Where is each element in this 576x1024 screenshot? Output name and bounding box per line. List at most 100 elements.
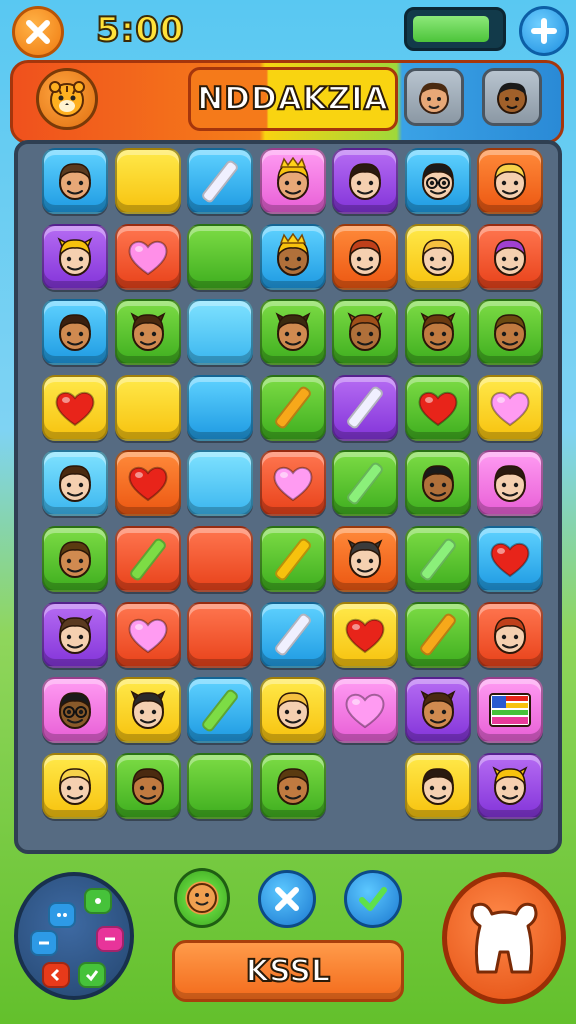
board-tile[interactable]: [332, 223, 398, 290]
board-tile[interactable]: [404, 450, 471, 517]
board-tile[interactable]: [477, 223, 543, 290]
board-tile[interactable]: [332, 677, 398, 744]
character-face-icon: [59, 768, 91, 805]
board-tile[interactable]: [114, 299, 181, 366]
pad-down-left-button[interactable]: [42, 962, 70, 988]
board-tile[interactable]: [114, 677, 181, 744]
character-face-icon: [421, 465, 454, 503]
board-tile[interactable]: [187, 450, 253, 517]
check-small-icon: [85, 970, 99, 982]
board-tile[interactable]: [259, 752, 326, 819]
pad-up-button[interactable]: [48, 902, 76, 928]
board-tile[interactable]: [404, 223, 471, 290]
board-tile[interactable]: [259, 223, 326, 290]
action-button[interactable]: KSSL: [172, 940, 404, 1002]
board-tile[interactable]: [477, 374, 543, 441]
board-tile[interactable]: [42, 450, 108, 517]
board-tile[interactable]: [404, 752, 471, 819]
board-tile[interactable]: [259, 526, 326, 592]
board-tile[interactable]: [477, 526, 543, 592]
board-tile[interactable]: [477, 299, 543, 366]
board-tile[interactable]: [259, 299, 326, 366]
board-tile[interactable]: [187, 223, 253, 290]
board-tile[interactable]: [187, 148, 253, 214]
board-tile[interactable]: [187, 299, 253, 366]
cancel-button[interactable]: [258, 870, 316, 928]
board-tile[interactable]: [332, 526, 398, 592]
board-tile[interactable]: [332, 299, 398, 366]
board-tile[interactable]: [332, 374, 398, 441]
board-tile[interactable]: [259, 601, 326, 668]
action-button-label: KSSL: [245, 953, 331, 990]
heart-icon: [273, 467, 312, 502]
board-tile[interactable]: [332, 601, 398, 668]
close-button[interactable]: [12, 6, 64, 58]
board-tile[interactable]: [404, 299, 471, 366]
board-tile[interactable]: [42, 223, 108, 290]
energy-bar: [404, 7, 506, 51]
board-tile[interactable]: [404, 677, 471, 744]
board-tile[interactable]: [404, 148, 471, 214]
board-tile[interactable]: [477, 601, 543, 668]
board-tile[interactable]: [187, 601, 253, 668]
board-tile[interactable]: [114, 223, 181, 290]
board-tile[interactable]: [259, 148, 326, 214]
character-face-icon: [494, 465, 526, 503]
player-avatar-1[interactable]: [404, 68, 464, 126]
character-face-icon: [59, 163, 91, 200]
board-tile[interactable]: [332, 450, 398, 517]
add-button[interactable]: [519, 6, 569, 56]
character-face-icon: [57, 236, 93, 276]
board-tile[interactable]: [114, 526, 181, 592]
board-tile[interactable]: [42, 677, 108, 744]
board-tile[interactable]: [42, 526, 108, 592]
character-face-icon: [59, 541, 91, 578]
board-tile[interactable]: [477, 677, 543, 744]
candy-stick-icon: [272, 536, 313, 582]
board-tile[interactable]: [259, 374, 326, 441]
pad-left-button[interactable]: [30, 930, 58, 956]
control-pad[interactable]: [14, 872, 134, 1000]
character-face-icon: [494, 163, 526, 200]
board-tile[interactable]: [42, 752, 108, 819]
board-tile[interactable]: [404, 526, 471, 592]
board-tile[interactable]: [42, 148, 108, 214]
pad-top-right-button[interactable]: [84, 888, 112, 914]
board-tile[interactable]: [477, 450, 543, 517]
board-tile[interactable]: [477, 752, 543, 819]
character-button[interactable]: [174, 868, 230, 928]
boy-dark-avatar-icon: [497, 82, 527, 114]
board-tile[interactable]: [187, 752, 253, 819]
board-tile[interactable]: [477, 148, 543, 214]
board-tile[interactable]: [187, 374, 253, 441]
character-face-icon: [276, 692, 309, 730]
board-tile[interactable]: [42, 299, 108, 366]
big-action-button[interactable]: [442, 872, 566, 1004]
mascot-badge[interactable]: [36, 68, 98, 130]
confirm-button[interactable]: [344, 870, 402, 928]
character-face-icon: [129, 312, 166, 352]
board-tile[interactable]: [114, 148, 181, 214]
board-tile[interactable]: [259, 450, 326, 517]
board-tile[interactable]: [114, 601, 181, 668]
close-icon: [26, 20, 50, 44]
board-tile[interactable]: [114, 752, 181, 819]
heart-icon: [345, 694, 385, 729]
board-tile[interactable]: [404, 374, 471, 441]
pad-right-button[interactable]: [96, 926, 124, 952]
board-tile[interactable]: [42, 601, 108, 668]
board-tile[interactable]: [404, 601, 471, 668]
board-tile[interactable]: [42, 374, 108, 441]
candy-stick-icon: [417, 611, 458, 658]
pad-down-button[interactable]: [78, 962, 106, 988]
board-tile[interactable]: [114, 374, 181, 441]
character-face-icon: [57, 614, 93, 654]
board-tile[interactable]: [114, 450, 181, 517]
board-tile[interactable]: [187, 677, 253, 744]
board-tile[interactable]: [259, 677, 326, 744]
player-avatar-2[interactable]: [482, 68, 542, 126]
candy-stick-icon: [200, 158, 240, 204]
board-tile[interactable]: [332, 148, 398, 214]
character-face-icon: [59, 465, 91, 503]
board-tile[interactable]: [187, 526, 253, 592]
